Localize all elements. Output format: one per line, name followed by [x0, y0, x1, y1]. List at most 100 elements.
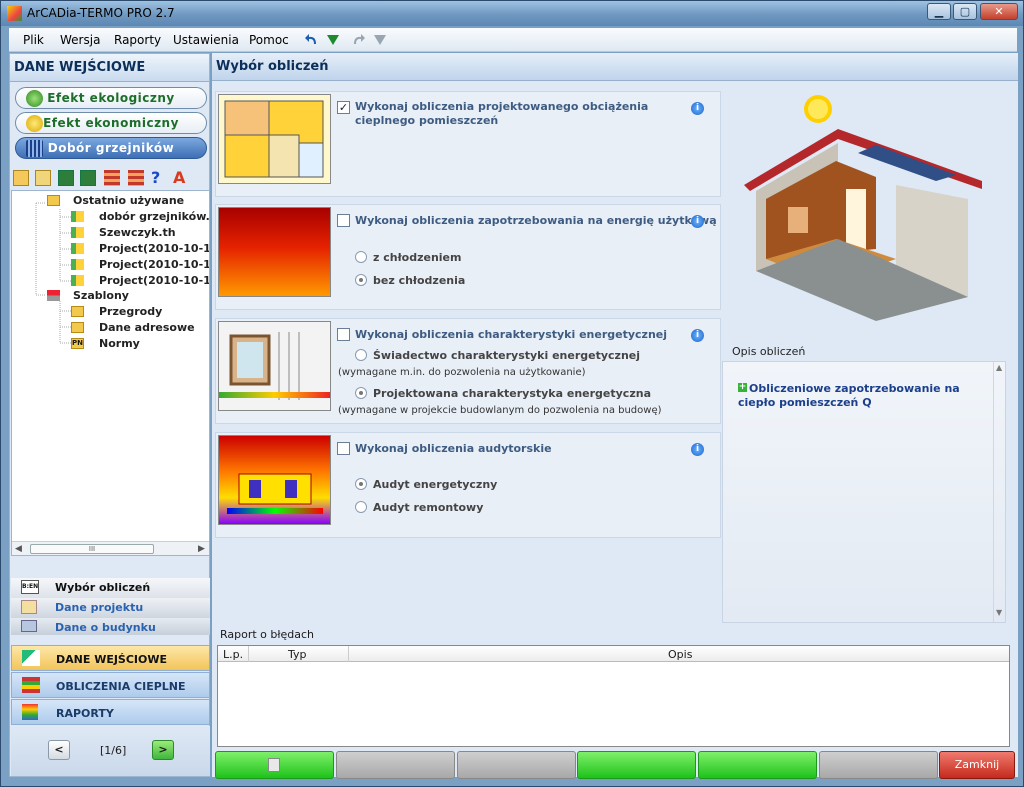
redo-icon[interactable]	[350, 32, 366, 48]
radio-swiadectwo[interactable]	[355, 349, 367, 361]
radio-projektowana[interactable]	[355, 387, 367, 399]
title-bar: ArCADia-TERMO PRO 2.7 ▁ ▢ ✕	[1, 1, 1023, 26]
col-opis[interactable]: Opis	[668, 648, 692, 661]
description-text: Obliczeniowe zapotrzebowanie na ciepło p…	[738, 382, 960, 409]
down-arrow-icon[interactable]	[326, 33, 340, 47]
bottom-button-1[interactable]	[215, 751, 334, 779]
bottom-button-4[interactable]	[577, 751, 696, 779]
wall-save-icon[interactable]	[128, 170, 144, 186]
info-icon[interactable]: i	[691, 102, 704, 115]
house-illustration	[744, 95, 982, 321]
checkbox-obciazenie[interactable]: ✓	[337, 101, 350, 114]
bottom-button-6[interactable]	[819, 751, 938, 779]
label-charakterystyka: Wykonaj obliczenia charakterystyki energ…	[355, 328, 668, 341]
open-folder-icon[interactable]	[35, 170, 51, 186]
left-panel-title: DANE WEJŚCIOWE	[10, 54, 209, 82]
tree-item-przegrody[interactable]: Przegrody	[99, 305, 162, 318]
font-icon[interactable]: A	[173, 170, 189, 186]
bottom-button-2[interactable]	[336, 751, 455, 779]
description-scrollbar[interactable]: ▲ ▼	[993, 362, 1006, 622]
col-lp[interactable]: L.p.	[223, 648, 243, 661]
menu-pomoc[interactable]: Pomoc	[249, 33, 289, 47]
help-icon[interactable]: ?	[151, 170, 167, 186]
info-icon[interactable]: i	[691, 329, 704, 342]
info-icon[interactable]: i	[691, 215, 704, 228]
prev-page-button[interactable]: <	[48, 740, 70, 760]
bottom-button-3[interactable]	[457, 751, 576, 779]
tree-item-recent-1[interactable]: dobór grzejników.th	[99, 210, 209, 223]
tree-item-recent[interactable]: Ostatnio używane	[73, 194, 184, 207]
thermal-image	[218, 435, 331, 525]
pill-efekt-ekologiczny[interactable]: Efekt ekologiczny	[15, 87, 207, 109]
pill-label: Efekt ekonomiczny	[43, 116, 179, 130]
undo-icon[interactable]	[304, 32, 320, 48]
left-panel: DANE WEJŚCIOWE Efekt ekologiczny Efekt e…	[9, 53, 210, 777]
menu-wersja[interactable]: Wersja	[60, 33, 100, 47]
nav-dane-projektu[interactable]: Dane projektu	[11, 598, 210, 618]
scroll-right-icon[interactable]: ▶	[198, 544, 205, 554]
main-panel: Wybór obliczeń ✓ Wykonaj obliczenia proj…	[212, 53, 1018, 779]
maximize-button[interactable]: ▢	[953, 3, 977, 20]
tree-item-templates[interactable]: Szablony	[73, 289, 129, 302]
radiator-icon	[26, 140, 43, 157]
radio-audyt-energetyczny[interactable]	[355, 478, 367, 490]
pencil-icon	[22, 650, 40, 666]
menu-raporty[interactable]: Raporty	[114, 33, 161, 47]
scroll-up-icon[interactable]: ▲	[996, 363, 1002, 372]
nav-label: OBLICZENIA CIEPLNE	[56, 680, 186, 693]
nav-dane-wejsciowe[interactable]: DANE WEJŚCIOWE	[11, 645, 210, 671]
checkbox-charakterystyka[interactable]	[337, 328, 350, 341]
next-page-button[interactable]: >	[152, 740, 174, 760]
close-window-button[interactable]: ✕	[980, 3, 1018, 20]
label-energia: Wykonaj obliczenia zapotrzebowania na en…	[355, 214, 717, 227]
file-icon	[71, 243, 84, 254]
tree-item-recent-5[interactable]: Project(2010-10-13 17	[99, 274, 209, 287]
card-audytorskie: Wykonaj obliczenia audytorskie i Audyt e…	[215, 432, 721, 538]
file-icon	[71, 211, 84, 222]
close-button[interactable]: Zamknij	[939, 751, 1015, 779]
horizontal-scrollbar[interactable]: ◀ III ▶	[12, 541, 209, 555]
nav-label: Dane projektu	[55, 601, 144, 614]
scroll-thumb[interactable]: III	[30, 544, 154, 554]
note-swiadectwo: (wymagane m.in. do pozwolenia na użytkow…	[338, 367, 586, 378]
col-typ[interactable]: Typ	[288, 648, 307, 661]
checkbox-energia[interactable]	[337, 214, 350, 227]
menu-plik[interactable]: Plik	[23, 33, 44, 47]
scroll-down-icon[interactable]: ▼	[996, 608, 1002, 617]
error-table: L.p. Typ Opis	[217, 645, 1010, 747]
tree-item-dane-adresowe[interactable]: Dane adresowe	[99, 321, 195, 334]
nav-wybor-obliczen[interactable]: B:EN Wybór obliczeń	[11, 578, 210, 598]
description-title: Opis obliczeń	[732, 345, 806, 358]
checkbox-audytorskie[interactable]	[337, 442, 350, 455]
radio-audyt-remontowy[interactable]	[355, 501, 367, 513]
nav-dane-o-budynku[interactable]: Dane o budynku	[11, 618, 210, 635]
error-report: Raport o błędach L.p. Typ Opis	[215, 628, 1015, 749]
tree-item-normy[interactable]: Normy	[99, 337, 140, 350]
pill-efekt-ekonomiczny[interactable]: Efekt ekonomiczny	[15, 112, 207, 134]
pn-icon: PN	[71, 338, 84, 349]
wall-icon[interactable]	[104, 170, 120, 186]
menu-ustawienia[interactable]: Ustawienia	[173, 33, 239, 47]
label-audyt-remontowy: Audyt remontowy	[373, 501, 484, 514]
document-icon	[268, 758, 280, 772]
tree-item-recent-3[interactable]: Project(2010-10-13 15	[99, 242, 209, 255]
tree-item-recent-2[interactable]: Szewczyk.th	[99, 226, 176, 239]
save-as-icon[interactable]	[80, 170, 96, 186]
radio-z-chlodzeniem[interactable]	[355, 251, 367, 263]
pill-dobor-grzejnikow[interactable]: Dobór grzejników	[15, 137, 207, 159]
pager-bar: < [1/6] >	[11, 726, 210, 776]
bottom-button-5[interactable]	[698, 751, 817, 779]
new-folder-icon[interactable]	[13, 170, 29, 186]
save-icon[interactable]	[58, 170, 74, 186]
reports-icon	[22, 704, 38, 720]
scroll-left-icon[interactable]: ◀	[15, 544, 22, 554]
tree-item-recent-4[interactable]: Project(2010-10-13 15	[99, 258, 209, 271]
card-charakterystyka: Wykonaj obliczenia charakterystyki energ…	[215, 318, 721, 424]
minimize-button[interactable]: ▁	[927, 3, 951, 20]
nav-raporty[interactable]: RAPORTY	[11, 699, 210, 725]
radio-bez-chlodzenia[interactable]	[355, 274, 367, 286]
down-arrow-disabled-icon[interactable]	[373, 33, 387, 47]
nav-obliczenia-cieplne[interactable]: OBLICZENIA CIEPLNE	[11, 672, 210, 698]
info-icon[interactable]: i	[691, 443, 704, 456]
project-tree: Ostatnio używane dobór grzejników.th Sze…	[11, 190, 210, 556]
